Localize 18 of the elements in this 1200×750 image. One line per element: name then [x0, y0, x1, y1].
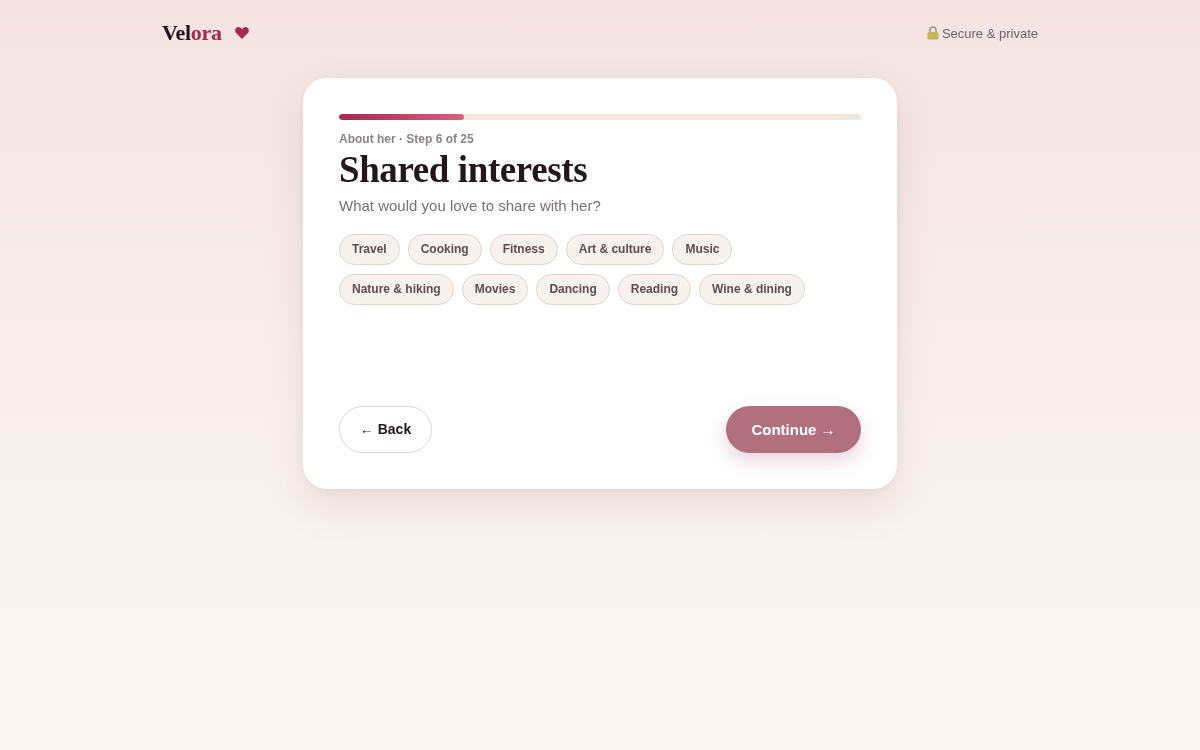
interest-chip[interactable]: Movies: [461, 273, 529, 305]
lock-icon: [926, 26, 939, 40]
brand-logo[interactable]: Velora: [162, 22, 222, 44]
interest-chip[interactable]: Cooking: [407, 233, 482, 265]
interest-chip[interactable]: Travel: [339, 233, 400, 265]
interest-chip[interactable]: Nature & hiking: [339, 273, 454, 305]
interest-chip[interactable]: Dancing: [536, 273, 610, 305]
back-button[interactable]: ← Back: [339, 405, 432, 453]
interest-chip[interactable]: Music: [672, 233, 733, 265]
interest-chip[interactable]: Art & culture: [565, 233, 665, 265]
question-subtitle: What would you love to share with her?: [339, 196, 602, 214]
interest-chip[interactable]: Fitness: [489, 233, 558, 265]
interest-chip[interactable]: Reading: [617, 273, 692, 305]
step-label: About her · Step 6 of 25: [339, 132, 475, 146]
interest-chip[interactable]: Wine & dining: [699, 273, 805, 305]
heart-icon: [234, 27, 249, 39]
security-note: Secure & private: [941, 25, 1038, 41]
question-title: Shared interests: [339, 150, 589, 191]
